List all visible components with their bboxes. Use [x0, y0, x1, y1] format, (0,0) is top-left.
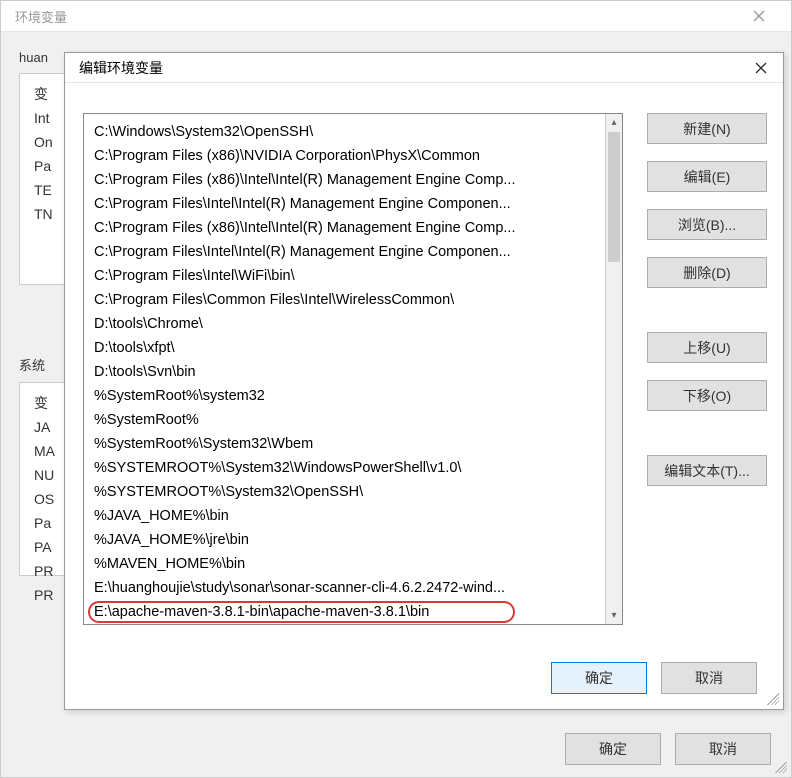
delete-button[interactable]: 删除(D) — [647, 257, 767, 288]
dialog-body: C:\Windows\System32\OpenSSH\C:\Program F… — [65, 83, 783, 647]
outer-window-title: 环境变量 — [11, 7, 67, 26]
path-list-item[interactable]: %MAVEN_HOME%\bin — [84, 552, 605, 576]
path-list[interactable]: C:\Windows\System32\OpenSSH\C:\Program F… — [84, 114, 605, 624]
path-list-item[interactable]: %SystemRoot%\system32 — [84, 384, 605, 408]
path-list-item[interactable]: E:\huanghoujie\study\sonar\sonar-scanner… — [84, 576, 605, 600]
scroll-up-icon[interactable]: ▴ — [606, 114, 622, 131]
path-list-item[interactable]: %JAVA_HOME%\jre\bin — [84, 528, 605, 552]
new-button[interactable]: 新建(N) — [647, 113, 767, 144]
path-list-container: C:\Windows\System32\OpenSSH\C:\Program F… — [83, 113, 623, 625]
path-list-item[interactable]: C:\Program Files (x86)\NVIDIA Corporatio… — [84, 144, 605, 168]
path-list-item[interactable]: D:\tools\Chrome\ — [84, 312, 605, 336]
path-list-item[interactable]: D:\tools\Svn\bin — [84, 360, 605, 384]
outer-footer: 确定 取消 — [565, 733, 771, 765]
path-list-item[interactable]: C:\Program Files\Common Files\Intel\Wire… — [84, 288, 605, 312]
edit-button[interactable]: 编辑(E) — [647, 161, 767, 192]
edit-text-button[interactable]: 编辑文本(T)... — [647, 455, 767, 486]
path-list-item[interactable]: E:\apache-maven-3.8.1-bin\apache-maven-3… — [84, 600, 605, 624]
close-icon — [755, 62, 767, 74]
dialog-titlebar: 编辑环境变量 — [65, 53, 783, 83]
dialog-close-button[interactable] — [738, 53, 783, 83]
path-list-item[interactable]: %SYSTEMROOT%\System32\WindowsPowerShell\… — [84, 456, 605, 480]
outer-cancel-button[interactable]: 取消 — [675, 733, 771, 765]
resize-grip-icon[interactable] — [767, 693, 779, 705]
browse-button[interactable]: 浏览(B)... — [647, 209, 767, 240]
dialog-ok-button[interactable]: 确定 — [551, 662, 647, 694]
move-down-button[interactable]: 下移(O) — [647, 380, 767, 411]
scroll-down-icon[interactable]: ▾ — [606, 607, 622, 624]
resize-grip-icon[interactable] — [775, 761, 787, 773]
close-icon — [753, 10, 765, 22]
path-list-item[interactable]: C:\Windows\System32\OpenSSH\ — [84, 120, 605, 144]
dialog-button-column: 新建(N) 编辑(E) 浏览(B)... 删除(D) 上移(U) 下移(O) 编… — [647, 113, 767, 647]
dialog-cancel-button[interactable]: 取消 — [661, 662, 757, 694]
path-list-item[interactable]: C:\Program Files\Intel\Intel(R) Manageme… — [84, 240, 605, 264]
edit-env-var-dialog: 编辑环境变量 C:\Windows\System32\OpenSSH\C:\Pr… — [64, 52, 784, 710]
move-up-button[interactable]: 上移(U) — [647, 332, 767, 363]
dialog-title: 编辑环境变量 — [79, 58, 163, 78]
path-list-item[interactable]: C:\Program Files (x86)\Intel\Intel(R) Ma… — [84, 168, 605, 192]
path-list-item[interactable]: C:\Program Files (x86)\Intel\Intel(R) Ma… — [84, 216, 605, 240]
path-list-scrollbar[interactable]: ▴ ▾ — [605, 114, 622, 624]
outer-ok-button[interactable]: 确定 — [565, 733, 661, 765]
path-list-item[interactable]: D:\tools\xfpt\ — [84, 336, 605, 360]
path-list-item[interactable]: %SystemRoot% — [84, 408, 605, 432]
outer-titlebar: 环境变量 — [1, 1, 791, 32]
path-list-item[interactable]: C:\Program Files\Intel\WiFi\bin\ — [84, 264, 605, 288]
outer-close-button[interactable] — [736, 1, 781, 31]
path-list-item[interactable]: %SYSTEMROOT%\System32\OpenSSH\ — [84, 480, 605, 504]
path-list-item[interactable]: %JAVA_HOME%\bin — [84, 504, 605, 528]
path-list-item[interactable]: C:\Program Files\Intel\Intel(R) Manageme… — [84, 192, 605, 216]
path-list-item[interactable]: %SystemRoot%\System32\Wbem — [84, 432, 605, 456]
dialog-footer: 确定 取消 — [65, 647, 783, 709]
scroll-thumb[interactable] — [608, 132, 620, 262]
